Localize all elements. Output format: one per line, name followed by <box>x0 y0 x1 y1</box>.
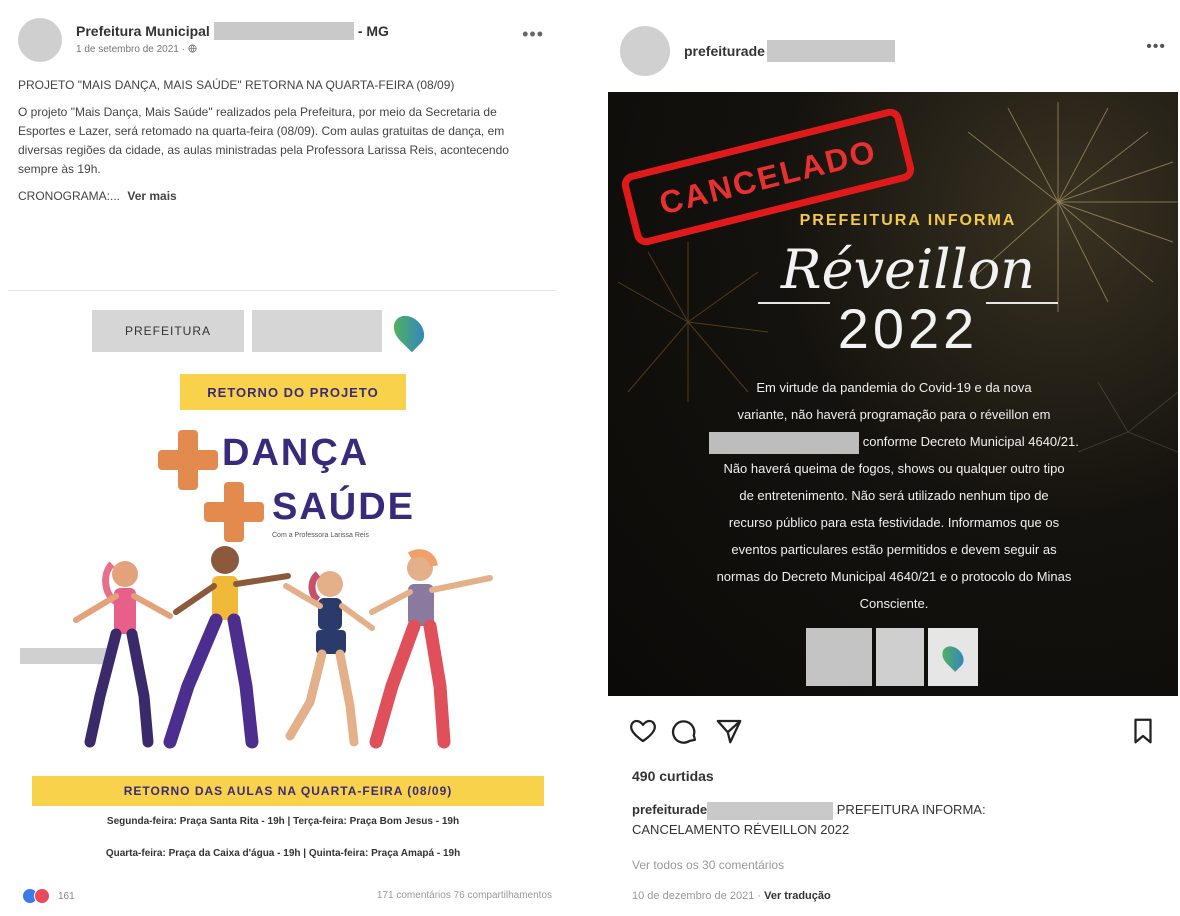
redacted-block <box>213 22 354 40</box>
image-logos <box>806 628 986 686</box>
post-footer: 161 171 comentários 76 compartilhamentos <box>22 886 552 908</box>
danca-word: DANÇA <box>222 432 370 474</box>
redacted-block <box>766 40 895 62</box>
schedule-line-1: Segunda-feira: Praça Santa Rita - 19h | … <box>106 816 460 827</box>
globe-icon <box>188 44 197 53</box>
dancers-illustration <box>73 546 493 749</box>
caption-line-2: CANCELAMENTO RÉVEILLON 2022 <box>632 822 850 837</box>
dancer-red <box>369 549 493 749</box>
post-cronograma: CRONOGRAMA:... Ver mais <box>18 189 177 203</box>
instagram-post: prefeiturade ••• CANCELADO PREFEITURA IN… <box>602 0 1180 916</box>
plus-icon <box>158 430 218 490</box>
send-icon[interactable] <box>714 716 744 746</box>
see-more-link[interactable]: Ver mais <box>127 189 176 203</box>
post-body: O projeto "Mais Dança, Mais Saúde" reali… <box>18 105 509 176</box>
facebook-post-header: Prefeitura Municipal - MG 1 de setembro … <box>18 16 548 66</box>
year-title: 2022 <box>837 297 979 360</box>
post-username[interactable]: prefeiturade <box>684 40 895 62</box>
caption-text: PREFEITURA INFORMA: <box>836 802 986 817</box>
see-translation-link[interactable]: Ver tradução <box>764 890 831 902</box>
retorno-projeto-tag: RETORNO DO PROJETO <box>180 374 406 410</box>
announcement-text: Em virtude da pandemia do Covid-19 e da … <box>634 374 1154 617</box>
redacted-block <box>709 431 860 454</box>
caption-username[interactable]: prefeiturade <box>632 802 707 817</box>
retorno-aulas-banner: RETORNO DAS AULAS NA QUARTA-FEIRA (08/09… <box>32 776 544 806</box>
love-reaction-icon <box>34 888 50 904</box>
post-date[interactable]: 1 de setembro de 2021 · <box>76 44 197 55</box>
avatar[interactable] <box>18 18 62 62</box>
like-count[interactable]: 490 curtidas <box>632 768 714 784</box>
comment-icon[interactable] <box>670 716 700 746</box>
post-date: 10 de dezembro de 2021 · Ver tradução <box>632 890 831 902</box>
saude-word: SAÚDE <box>272 486 416 528</box>
location-pin-icon <box>938 642 968 672</box>
author-name[interactable]: Prefeitura Municipal <box>76 23 210 39</box>
reveillon-title: Réveillon <box>780 238 1036 301</box>
schedule-line-2: Quarta-feira: Praça da Caixa d'água - 19… <box>105 848 461 859</box>
plus-icon <box>204 482 264 542</box>
post-text: PROJETO "MAIS DANÇA, MAIS SAÚDE" RETORNA… <box>18 76 546 214</box>
dancer-yellow <box>163 546 291 749</box>
reactions[interactable]: 161 <box>22 888 75 904</box>
reaction-count[interactable]: 161 <box>58 891 75 902</box>
post-title: PROJETO "MAIS DANÇA, MAIS SAÚDE" RETORNA… <box>18 78 455 92</box>
post-actions <box>628 716 1168 750</box>
redacted-logo <box>876 628 924 686</box>
prefeitura-logo: PREFEITURA <box>92 310 244 352</box>
dancer-blue <box>283 571 375 747</box>
post-caption: prefeiturade PREFEITURA INFORMA: CANCELA… <box>632 800 1162 840</box>
location-pin-icon <box>387 309 431 353</box>
view-all-comments-link[interactable]: Ver todos os 30 comentários <box>632 858 784 872</box>
redacted-logo <box>252 310 382 352</box>
redacted-logo <box>806 628 872 686</box>
author-state: - MG <box>357 23 389 39</box>
poster-subline: Com a Professora Larissa Reis <box>272 532 369 539</box>
post-image[interactable]: PREFEITURA RETORNO DO PROJETO DANÇA SAÚD… <box>10 296 556 878</box>
poster-logos: PREFEITURA <box>92 308 492 354</box>
dancer-pink <box>73 561 173 748</box>
facebook-post: Prefeitura Municipal - MG 1 de setembro … <box>0 0 562 916</box>
post-image[interactable]: CANCELADO PREFEITURA INFORMA Réveillon 2… <box>608 92 1178 696</box>
location-pin-logo <box>928 628 978 686</box>
divider <box>8 290 556 291</box>
redacted-block <box>707 801 834 820</box>
avatar[interactable] <box>620 26 670 76</box>
bookmark-icon[interactable] <box>1128 716 1158 746</box>
more-options-icon[interactable]: ••• <box>1146 38 1166 56</box>
more-options-icon[interactable]: ••• <box>522 24 544 45</box>
instagram-post-header: prefeiturade ••• <box>620 26 1180 78</box>
prefeitura-informa-title: PREFEITURA INFORMA <box>799 212 1017 229</box>
post-stats[interactable]: 171 comentários 76 compartilhamentos <box>377 890 552 901</box>
post-author[interactable]: Prefeitura Municipal - MG <box>76 22 389 40</box>
heart-icon[interactable] <box>628 716 658 746</box>
